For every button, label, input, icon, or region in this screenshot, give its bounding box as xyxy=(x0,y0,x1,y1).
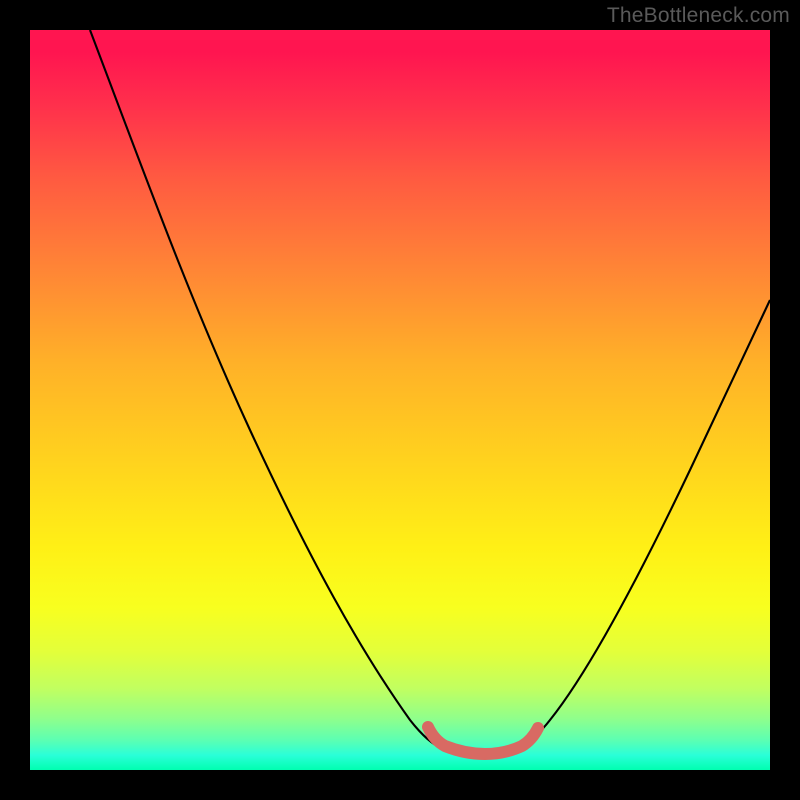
chart-frame: TheBottleneck.com xyxy=(0,0,800,800)
plot-area xyxy=(30,30,770,770)
valley-bump xyxy=(428,727,538,754)
curve-svg xyxy=(30,30,770,770)
bottleneck-curve xyxy=(90,30,770,754)
watermark-text: TheBottleneck.com xyxy=(607,4,790,28)
